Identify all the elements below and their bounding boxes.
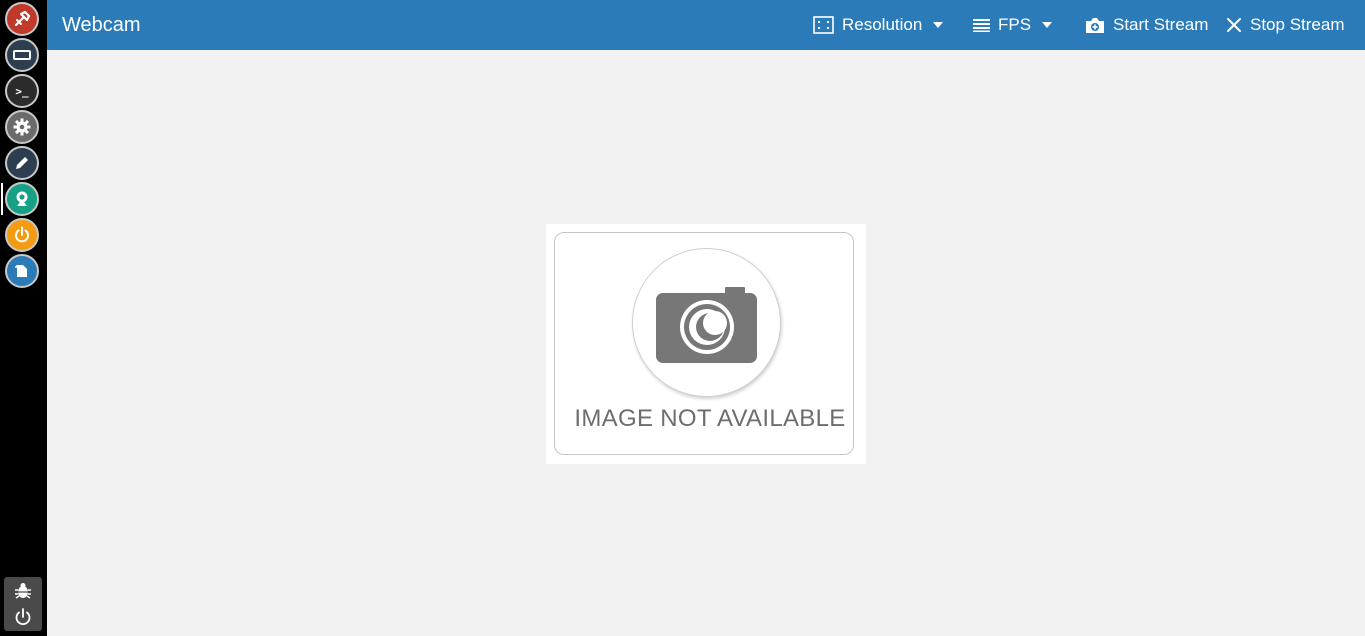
screen-icon[interactable] [5,38,39,72]
power-icon[interactable] [13,607,33,627]
terminal-glyph: >_ [15,84,29,98]
webcam-icon[interactable] [5,182,39,216]
stop-stream-button[interactable]: Stop Stream [1226,13,1345,37]
fps-label: FPS [998,15,1032,34]
chevron-down-icon [1042,22,1053,28]
app-rail: >_ [0,0,47,636]
power-icon[interactable] [5,218,39,252]
page-title: Webcam [62,14,141,36]
placeholder-frame: IMAGE NOT AVAILABLE [554,232,854,455]
resolution-dropdown[interactable]: Resolution [813,13,944,37]
resolution-label: Resolution [842,15,923,34]
placeholder-text: IMAGE NOT AVAILABLE [574,405,846,432]
folder-icon[interactable] [5,254,39,288]
close-icon [1227,18,1241,32]
camera-icon [656,287,757,363]
chevron-down-icon [933,22,944,28]
wrench-icon[interactable] [5,2,39,36]
stream-view: IMAGE NOT AVAILABLE [47,50,1365,636]
camera-plus-icon [1086,17,1104,33]
placeholder-circle [632,248,781,397]
bug-icon[interactable] [13,581,33,601]
list-icon [973,19,990,32]
image-placeholder: IMAGE NOT AVAILABLE [546,224,866,464]
stop-stream-label: Stop Stream [1250,15,1345,34]
top-bar: Webcam Resolution FPS Start Stream Stop … [47,0,1365,50]
start-stream-label: Start Stream [1113,15,1209,34]
terminal-icon[interactable]: >_ [5,74,39,108]
gear-icon[interactable] [5,110,39,144]
rail-footer [4,577,42,631]
active-indicator [1,183,3,215]
fps-dropdown[interactable]: FPS [973,13,1053,37]
pencil-icon[interactable] [5,146,39,180]
start-stream-button[interactable]: Start Stream [1085,13,1208,37]
resolution-icon [813,16,834,34]
